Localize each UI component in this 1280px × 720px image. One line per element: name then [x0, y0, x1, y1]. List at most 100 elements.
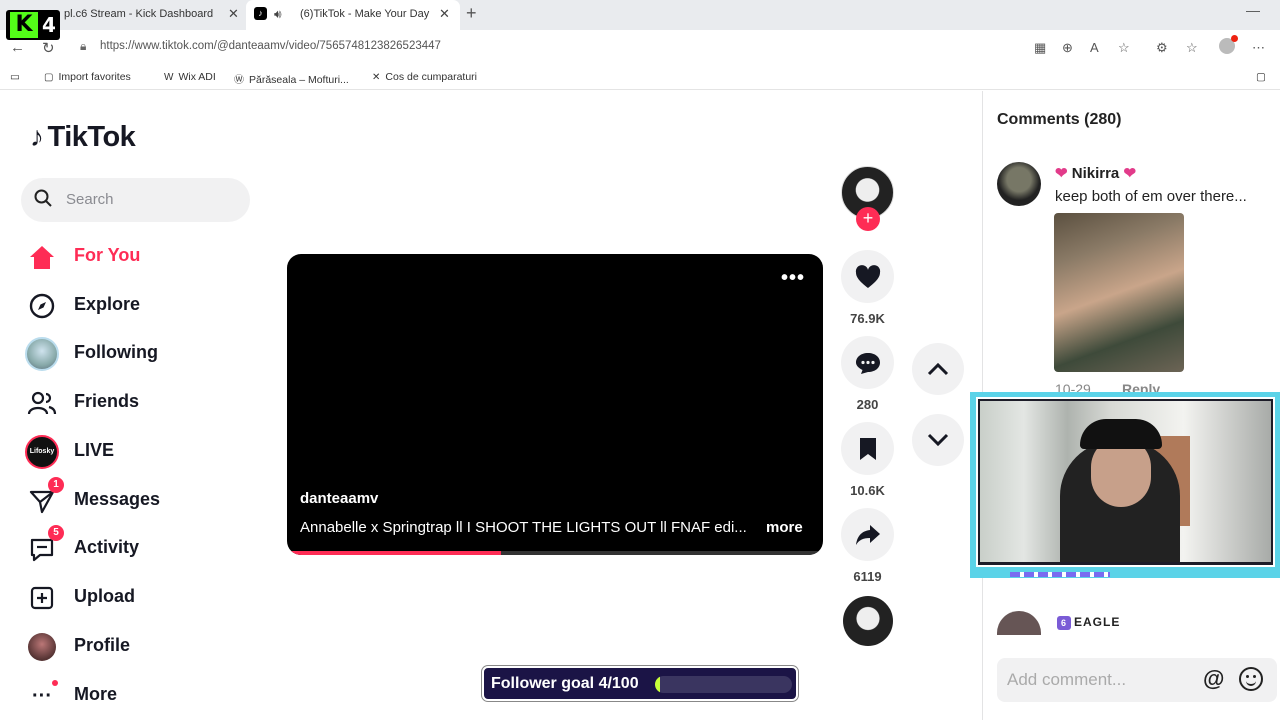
chevron-up-icon	[927, 362, 949, 376]
upload-icon	[24, 581, 60, 615]
nav-live[interactable]: Lifosky LIVE	[24, 433, 264, 471]
video-progress-fill	[287, 551, 502, 555]
kick-overlay-logo: K 4	[6, 10, 60, 40]
tiktok-logo[interactable]: ♪ TikTok	[30, 121, 136, 154]
nav-for-you[interactable]: For You	[24, 238, 264, 276]
webcam-video	[980, 401, 1271, 562]
menu-dots-icon[interactable]: ⋯	[1252, 40, 1265, 56]
nav-upload[interactable]: Upload	[24, 579, 264, 617]
follower-goal-fill	[655, 676, 661, 693]
favorite-cos[interactable]: ✕ Cos de cumparaturi	[372, 71, 477, 83]
refresh-icon[interactable]: ↻	[42, 39, 55, 57]
lock-icon[interactable]: 🔒︎	[80, 39, 86, 54]
video-options-icon[interactable]: •••	[781, 267, 805, 290]
comment-icon	[855, 352, 880, 374]
comment-avatar[interactable]	[997, 162, 1041, 206]
browser-tab-strip: pl.c6 Stream - Kick Dashboard ✕ ♪ 🔊︎ (6)…	[0, 0, 1280, 30]
comment-username[interactable]: ❤︎ Nikirra ❤︎	[1055, 164, 1136, 182]
other-favorites-icon[interactable]: ▢	[1256, 71, 1266, 83]
nav-activity[interactable]: 5 Activity	[24, 525, 264, 568]
new-tab-icon[interactable]: +	[466, 3, 477, 24]
home-icon	[24, 240, 60, 274]
video-author[interactable]: danteaamv	[300, 490, 378, 507]
live-avatar: Lifosky	[24, 435, 60, 469]
x-icon: ✕	[372, 72, 381, 83]
webcam-person-hat	[1080, 419, 1162, 449]
share-button[interactable]	[841, 508, 894, 561]
url-text[interactable]: https://www.tiktok.com/@danteaamv/video/…	[100, 40, 441, 52]
comment-image[interactable]	[1054, 213, 1184, 372]
comment-input[interactable]: Add comment... @	[997, 658, 1277, 702]
profile-avatar	[24, 630, 60, 664]
tab-close-icon[interactable]: ✕	[228, 0, 239, 28]
comment-placeholder: Add comment...	[1007, 670, 1127, 689]
music-disc-avatar[interactable]	[843, 596, 893, 646]
heart-emoji-icon: ❤︎	[1055, 165, 1068, 182]
kick-logo-number: 4	[42, 13, 56, 37]
save-button[interactable]	[841, 422, 894, 475]
tiktok-note-icon: ♪	[30, 121, 44, 152]
description-more-link[interactable]: more	[766, 519, 803, 536]
nav-friends[interactable]: Friends	[24, 384, 264, 422]
tiktok-sidebar: ♪ TikTok Search For You Explore Following…	[0, 91, 270, 720]
video-description: Annabelle x Springtrap ll I SHOOT THE LI…	[300, 519, 747, 536]
more-notification-dot	[52, 680, 58, 686]
back-icon[interactable]: ←	[10, 39, 25, 56]
chevron-down-icon	[927, 433, 949, 447]
kick-k-icon: K	[10, 12, 38, 38]
favorite-import[interactable]: ▢ Import favorites	[44, 71, 131, 83]
folder-icon: ▢	[44, 72, 54, 83]
follow-plus-icon[interactable]: +	[856, 207, 880, 231]
nav-explore[interactable]: Explore	[24, 287, 264, 325]
comments-title: Comments (280)	[997, 111, 1122, 128]
video-progress-bar[interactable]	[287, 551, 823, 555]
wordpress-icon: Ⓦ	[234, 75, 244, 86]
favorite-wix[interactable]: W Wix ADI	[164, 71, 216, 83]
nav-profile[interactable]: Profile	[24, 628, 264, 666]
speaker-icon[interactable]: 🔊︎	[274, 0, 282, 28]
tab-tiktok[interactable]: ♪ 🔊︎ (6)TikTok - Make Your Day ✕	[246, 0, 460, 30]
next-video-button[interactable]	[912, 414, 964, 466]
tab-close-icon[interactable]: ✕	[439, 0, 450, 28]
sidebar-toggle-icon[interactable]: ▭	[10, 71, 20, 83]
profile-avatar[interactable]	[1219, 35, 1238, 54]
address-bar: ← ↻ 🔒︎ https://www.tiktok.com/@danteaamv…	[0, 30, 1280, 66]
compass-icon	[24, 289, 60, 323]
url-box[interactable]: 🔒︎ https://www.tiktok.com/@danteaamv/vid…	[70, 33, 1280, 62]
comment-avatar[interactable]	[997, 611, 1041, 635]
nav-more[interactable]: ··· More	[24, 677, 264, 715]
mention-icon[interactable]: @	[1203, 666, 1224, 692]
nav-following[interactable]: Following	[24, 335, 264, 373]
share-icon	[855, 524, 880, 545]
comment-text: keep both of em over there...	[1055, 188, 1247, 205]
extensions-icon[interactable]: ⚙︎	[1156, 40, 1168, 56]
read-aloud-icon[interactable]: A	[1090, 40, 1099, 55]
comment-button[interactable]	[841, 336, 894, 389]
video-player[interactable]: ••• danteaamv Annabelle x Springtrap ll …	[287, 254, 823, 555]
search-input[interactable]: Search	[21, 178, 250, 222]
minimize-icon[interactable]: —	[1246, 2, 1260, 18]
follower-goal-text: Follower goal 4/100	[491, 675, 639, 692]
tab-title: pl.c6 Stream - Kick Dashboard	[64, 8, 214, 20]
previous-video-button[interactable]	[912, 343, 964, 395]
webcam-decoration	[1010, 572, 1110, 577]
apps-icon[interactable]: ▦	[1034, 40, 1046, 56]
favorite-star-icon[interactable]: ☆	[1118, 40, 1130, 56]
heart-emoji-icon: ❤︎	[1123, 165, 1137, 182]
friends-icon	[24, 386, 60, 420]
favorites-icon[interactable]: ☆	[1186, 40, 1198, 56]
like-button[interactable]	[841, 250, 894, 303]
share-count: 6119	[853, 569, 882, 584]
nav-messages[interactable]: 1 Messages	[24, 477, 264, 520]
tab-title: (6)TikTok - Make Your Day	[300, 8, 430, 20]
save-count: 10.6K	[850, 483, 885, 498]
comment-username[interactable]: 6 EAGLE	[1057, 615, 1120, 630]
zoom-icon[interactable]: ⊕	[1062, 40, 1073, 56]
favorite-paraseala[interactable]: Ⓦ Părăseala – Mofturi...	[234, 71, 349, 86]
bookmark-icon	[859, 437, 876, 460]
wix-icon: W	[164, 72, 174, 83]
emoji-icon[interactable]	[1239, 667, 1263, 691]
tab-kick-dashboard[interactable]: pl.c6 Stream - Kick Dashboard ✕	[56, 0, 246, 30]
following-avatar	[24, 337, 60, 371]
follower-goal-widget: Follower goal 4/100	[482, 666, 798, 701]
